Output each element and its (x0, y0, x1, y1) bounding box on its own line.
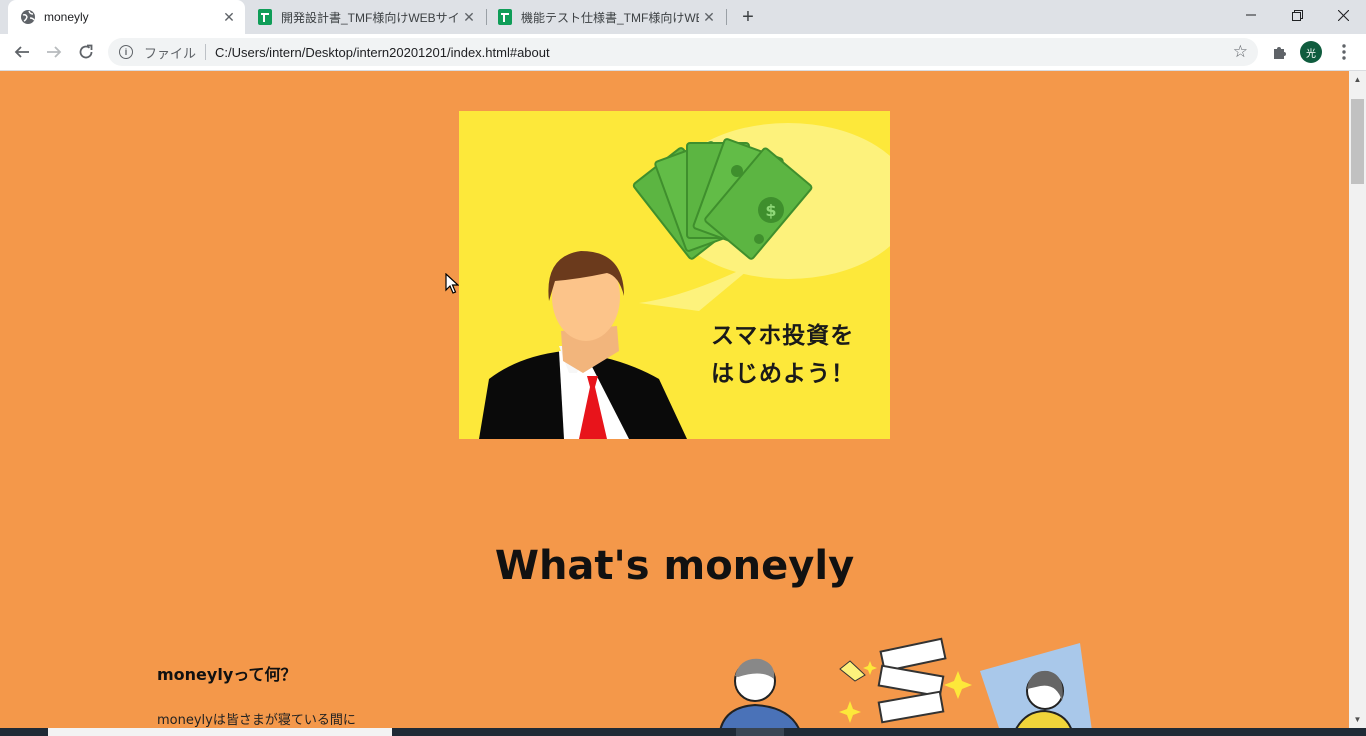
minimize-button[interactable] (1228, 0, 1274, 30)
taskbar-app-button[interactable] (736, 728, 784, 736)
tab-title: 機能テスト仕様書_TMF様向けWEB (521, 10, 699, 25)
tab-title: moneyly (44, 10, 89, 24)
file-scheme-label: ファイル (144, 45, 197, 61)
address-divider (205, 44, 207, 60)
more-vertical-icon (1342, 44, 1346, 60)
window-close-button[interactable] (1320, 0, 1366, 30)
svg-text:$: $ (765, 201, 776, 220)
section-title: What's moneyly (494, 543, 855, 589)
windows-taskbar (0, 728, 1366, 736)
faq-answer: moneylyは皆さまが寝ている間に (157, 713, 356, 728)
page-scrollbar[interactable]: ▲ ▼ (1349, 71, 1366, 728)
forward-button[interactable] (40, 38, 68, 66)
hero-caption: スマホ投資を はじめよう！ (711, 317, 855, 393)
reload-button[interactable] (72, 38, 100, 66)
globe-icon (20, 9, 36, 25)
close-icon[interactable]: ✕ (699, 7, 719, 27)
back-button[interactable] (8, 38, 36, 66)
tab-test-spec[interactable]: 機能テスト仕様書_TMF様向けWEB ✕ (485, 0, 725, 34)
hero-caption-line2: はじめよう！ (711, 361, 855, 387)
tab-moneyly[interactable]: moneyly ✕ (8, 0, 245, 34)
arrow-left-icon (14, 46, 29, 58)
tab-strip: moneyly ✕ 開発設計書_TMF様向けWEBサイト ✕ 機能テスト仕様書_… (0, 0, 1366, 34)
hero-caption-line1: スマホ投資を (711, 323, 855, 349)
close-icon[interactable]: ✕ (459, 7, 479, 27)
google-sheets-icon (257, 9, 273, 25)
browser-toolbar: i ファイル C:/Users/intern/Desktop/intern202… (0, 34, 1366, 71)
info-icon[interactable]: i (119, 45, 133, 59)
mouse-cursor-icon (445, 273, 459, 294)
google-sheets-icon (497, 9, 513, 25)
restore-icon (1291, 9, 1303, 21)
arrow-right-icon (47, 46, 62, 58)
extensions-button[interactable] (1266, 38, 1294, 66)
businessman-icon (479, 251, 687, 439)
scroll-down-arrow-icon[interactable]: ▼ (1349, 711, 1366, 728)
tab-divider (726, 9, 727, 25)
new-tab-button[interactable]: + (736, 5, 760, 29)
address-bar[interactable]: i ファイル C:/Users/intern/Desktop/intern202… (108, 38, 1258, 66)
restore-button[interactable] (1274, 0, 1320, 30)
close-icon[interactable]: ✕ (219, 7, 239, 27)
hero-image: $ スマホ投資を はじめよう！ (459, 111, 890, 439)
tab-design-doc[interactable]: 開発設計書_TMF様向けWEBサイト ✕ (245, 0, 485, 34)
reload-icon (79, 44, 93, 59)
minimize-icon (1246, 14, 1256, 16)
puzzle-icon (1274, 47, 1286, 59)
close-icon (1337, 9, 1349, 21)
url-text[interactable]: C:/Users/intern/Desktop/intern20201201/i… (215, 45, 550, 60)
scrollbar-thumb[interactable] (1351, 99, 1364, 184)
page-viewport: $ スマホ投資を はじめよう！ What's moneyly moneylyって… (0, 71, 1349, 728)
profile-avatar[interactable]: 光 (1300, 41, 1322, 63)
taskbar-search-box[interactable] (48, 728, 392, 736)
people-money-illustration (719, 637, 1092, 728)
tab-title: 開発設計書_TMF様向けWEBサイト (281, 10, 459, 25)
scroll-up-arrow-icon[interactable]: ▲ (1349, 71, 1366, 88)
faq-question: moneylyって何？ (157, 665, 297, 684)
bookmark-star-icon[interactable]: ☆ (1233, 42, 1248, 62)
menu-button[interactable] (1330, 38, 1358, 66)
